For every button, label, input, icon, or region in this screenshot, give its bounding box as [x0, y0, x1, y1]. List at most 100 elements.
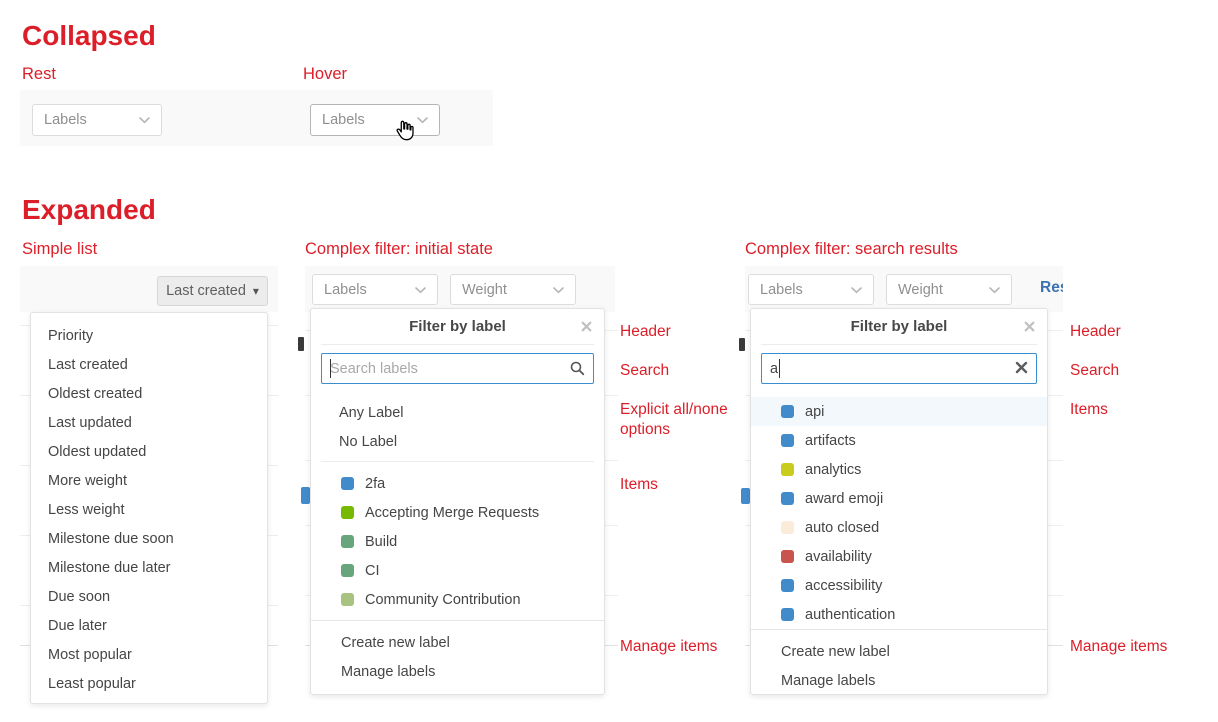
label-color-swatch [781, 550, 794, 563]
label-filter-panel-initial: Filter by label Any Label No Label 2fa A… [310, 308, 605, 695]
clear-icon[interactable] [1015, 361, 1028, 374]
label-color-swatch [341, 564, 354, 577]
state-label-rest: Rest [22, 65, 56, 84]
labels-dropdown-rest[interactable]: Labels [32, 104, 162, 136]
close-icon[interactable] [1024, 321, 1035, 332]
list-item[interactable]: Due later [31, 611, 267, 640]
chevron-down-icon [415, 282, 426, 298]
weight-filter-text: Weight [898, 282, 943, 298]
annotation-items: Items [620, 475, 658, 495]
chevron-down-icon [989, 282, 1000, 298]
simple-list-dropdown-panel: Priority Last created Oldest created Las… [30, 312, 268, 704]
annotation-all-none: Explicit all/none options [620, 400, 732, 440]
weight-filter-dropdown[interactable]: Weight [450, 274, 576, 305]
label-name: Community Contribution [365, 592, 521, 608]
label-name: artifacts [805, 433, 856, 449]
weight-filter-dropdown[interactable]: Weight [886, 274, 1012, 305]
labels-filter-dropdown[interactable]: Labels [312, 274, 438, 305]
list-item[interactable]: More weight [31, 466, 267, 495]
label-name: award emoji [805, 491, 883, 507]
labels-dropdown-rest-text: Labels [44, 112, 87, 128]
caret-down-icon: ▾ [253, 284, 259, 298]
subtitle-simple-list: Simple list [22, 240, 97, 259]
section-title-expanded: Expanded [22, 194, 156, 226]
reset-link-clipped[interactable]: Res [1040, 279, 1063, 297]
label-item[interactable]: Accepting Merge Requests [311, 498, 604, 527]
label-item[interactable]: award emoji [751, 484, 1047, 513]
chevron-down-icon [417, 112, 428, 128]
labels-dropdown-hover[interactable]: Labels [310, 104, 440, 136]
panel-title: Filter by label [851, 318, 948, 335]
chevron-down-icon [139, 112, 150, 128]
any-label-option[interactable]: Any Label [311, 398, 604, 427]
subtitle-complex-initial: Complex filter: initial state [305, 240, 493, 259]
no-label-option[interactable]: No Label [311, 427, 604, 456]
annotation-header: Header [620, 322, 671, 342]
list-item[interactable]: Priority [31, 321, 267, 350]
label-item-clipped[interactable]: authentication [751, 600, 1047, 623]
annotation-manage-items: Manage items [620, 637, 717, 657]
label-color-swatch [781, 492, 794, 505]
weight-filter-text: Weight [462, 282, 507, 298]
label-name: availability [805, 549, 872, 565]
list-item[interactable]: Least popular [31, 669, 267, 698]
list-item[interactable]: Milestone due soon [31, 524, 267, 553]
label-color-swatch [341, 506, 354, 519]
label-item[interactable]: CI [311, 556, 604, 585]
list-item[interactable]: Last created [31, 350, 267, 379]
annotation-search: Search [1070, 361, 1119, 381]
labels-filter-text: Labels [324, 282, 367, 298]
subtitle-complex-results: Complex filter: search results [745, 240, 958, 259]
search-labels-input[interactable] [761, 353, 1037, 384]
label-item[interactable]: auto closed [751, 513, 1047, 542]
list-item[interactable]: Less weight [31, 495, 267, 524]
manage-labels-button[interactable]: Manage labels [751, 666, 1047, 695]
create-new-label-button[interactable]: Create new label [311, 628, 604, 657]
annotation-search: Search [620, 361, 669, 381]
list-item[interactable]: Oldest updated [31, 437, 267, 466]
list-item[interactable]: Last updated [31, 408, 267, 437]
search-labels-input[interactable] [321, 353, 594, 384]
list-item[interactable]: Due soon [31, 582, 267, 611]
manage-labels-button[interactable]: Manage labels [311, 657, 604, 686]
close-icon[interactable] [581, 321, 592, 332]
labels-dropdown-hover-text: Labels [322, 112, 365, 128]
label-item[interactable]: analytics [751, 455, 1047, 484]
list-item[interactable]: Milestone due later [31, 553, 267, 582]
label-item[interactable]: Build [311, 527, 604, 556]
label-color-swatch [341, 535, 354, 548]
create-new-label-button[interactable]: Create new label [751, 637, 1047, 666]
clipped-background-text [739, 338, 745, 351]
panel-divider [321, 461, 594, 462]
label-item[interactable]: 2fa [311, 469, 604, 498]
search-results-list: api artifacts analytics award emoji auto… [751, 393, 1047, 623]
text-cursor [779, 359, 780, 378]
label-color-swatch [781, 521, 794, 534]
label-color-swatch [781, 463, 794, 476]
labels-filter-dropdown[interactable]: Labels [748, 274, 874, 305]
sort-dropdown-button[interactable]: Last created ▾ [157, 276, 268, 306]
label-item[interactable]: api [751, 397, 1047, 426]
label-item[interactable]: artifacts [751, 426, 1047, 455]
label-item[interactable]: Community Contribution [311, 585, 604, 614]
chevron-down-icon [553, 282, 564, 298]
label-color-swatch [341, 593, 354, 606]
text-cursor [330, 359, 331, 378]
section-title-collapsed: Collapsed [22, 20, 156, 52]
search-icon [570, 361, 585, 376]
state-label-hover: Hover [303, 65, 347, 84]
hand-cursor-icon [394, 119, 415, 142]
label-name: Build [365, 534, 397, 550]
page: Collapsed Rest Hover Labels Labels Expan… [0, 0, 1218, 722]
label-color-swatch [781, 608, 794, 621]
label-color-swatch [341, 477, 354, 490]
label-item[interactable]: accessibility [751, 571, 1047, 600]
annotation-manage-items: Manage items [1070, 637, 1167, 657]
list-item[interactable]: Most popular [31, 640, 267, 669]
label-name: 2fa [365, 476, 385, 492]
chevron-down-icon [851, 282, 862, 298]
panel-header: Filter by label [311, 309, 604, 344]
label-name: accessibility [805, 578, 882, 594]
label-item[interactable]: availability [751, 542, 1047, 571]
list-item[interactable]: Oldest created [31, 379, 267, 408]
